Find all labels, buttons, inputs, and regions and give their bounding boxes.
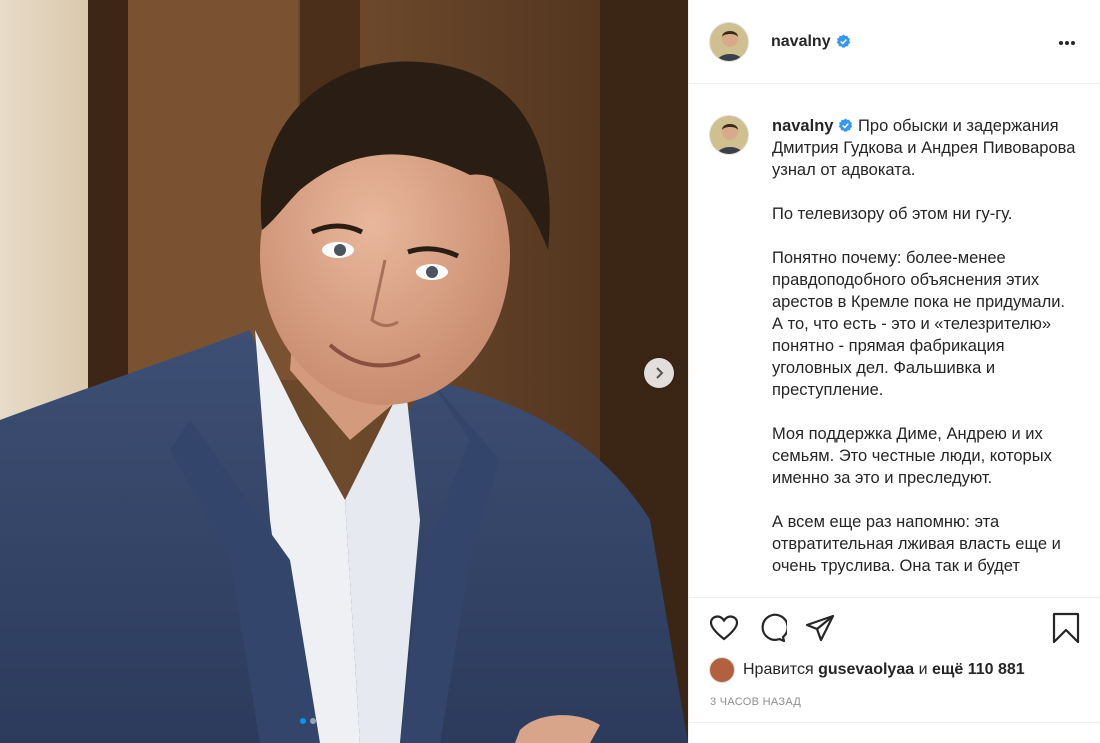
avatar-image xyxy=(710,22,748,61)
author-username[interactable]: navalny xyxy=(771,33,831,51)
caption-paragraph: navalny Про обыски и задержания Дмитрия … xyxy=(772,115,1080,181)
carousel-next-button[interactable] xyxy=(644,358,674,388)
share-button[interactable] xyxy=(805,614,835,642)
comment-icon xyxy=(761,613,787,643)
caption-paragraph-3: Понятно почему: более-менее правдоподобн… xyxy=(772,249,1066,399)
avatar-image xyxy=(710,116,748,154)
liker-username[interactable]: gusevaolyaa xyxy=(818,661,914,679)
caption-paragraph-2: По телевизору об этом ни гу-гу. xyxy=(772,205,1013,223)
caption-paragraph-5: А всем еще раз напомню: эта отвратительн… xyxy=(772,513,1061,575)
post-timestamp[interactable]: 3 часов назад xyxy=(689,696,1100,708)
carousel-indicator xyxy=(300,718,316,724)
carousel-dot-2 xyxy=(310,718,316,724)
likes-prefix: Нравится xyxy=(743,661,814,678)
heart-icon xyxy=(709,615,739,641)
save-button[interactable] xyxy=(1052,612,1080,644)
comments-section[interactable]: navalny Про обыски и задержания Дмитрия … xyxy=(689,85,1100,597)
more-options-icon xyxy=(1059,41,1075,45)
verified-badge-icon xyxy=(836,34,850,48)
caption-paragraph-4: Моя поддержка Диме, Андрею и их семьям. … xyxy=(772,425,1052,487)
portrait-image xyxy=(0,0,688,743)
divider xyxy=(689,722,1100,723)
caption-username[interactable]: navalny xyxy=(772,117,833,135)
action-bar xyxy=(689,598,1100,658)
share-icon xyxy=(805,614,835,642)
chevron-right-icon xyxy=(656,367,664,379)
author-avatar[interactable] xyxy=(709,21,749,62)
comment-button[interactable] xyxy=(757,613,787,643)
carousel-dot-1 xyxy=(300,718,306,724)
post-actions: Нравится gusevaolyaa и ещё 110 881 3 час… xyxy=(689,597,1100,743)
post-side-panel: navalny navalny Про обыски и задержания xyxy=(688,0,1100,743)
more-options-button[interactable] xyxy=(1054,30,1080,53)
post-header: navalny xyxy=(689,0,1100,84)
post-photo[interactable] xyxy=(0,0,688,743)
like-button[interactable] xyxy=(709,614,739,642)
verified-badge-icon xyxy=(839,118,853,132)
likes-count-link[interactable]: ещё 110 881 xyxy=(932,661,1025,679)
caption-author-avatar[interactable] xyxy=(709,115,749,155)
likes-middle: и xyxy=(918,661,928,678)
caption-text: navalny Про обыски и задержания Дмитрия … xyxy=(772,115,1080,597)
liker-avatar[interactable] xyxy=(709,657,735,683)
likes-summary: Нравится gusevaolyaa и ещё 110 881 xyxy=(689,657,1100,683)
caption: navalny Про обыски и задержания Дмитрия … xyxy=(709,115,1080,597)
bookmark-icon xyxy=(1052,612,1080,644)
